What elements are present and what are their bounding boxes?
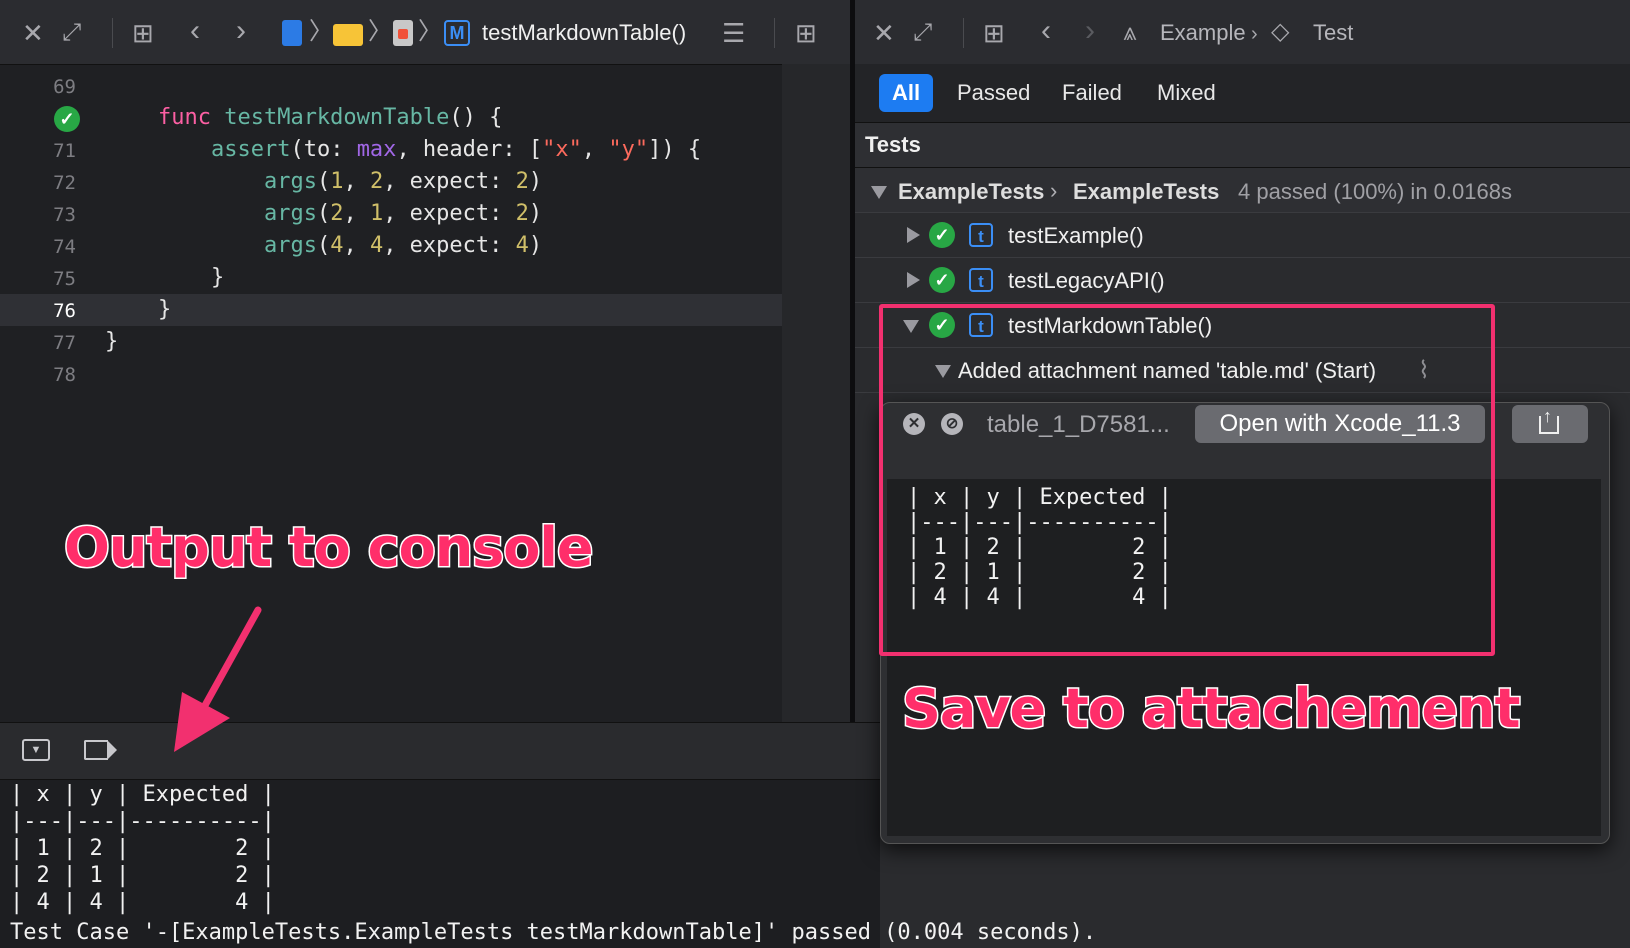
method-icon[interactable]: M [444, 20, 470, 46]
add-editor-icon[interactable]: ⊞ [795, 20, 817, 46]
editor-options-icon[interactable]: ☰ [722, 20, 745, 46]
tab-passed[interactable]: Passed [944, 74, 1043, 112]
related-items-icon[interactable]: ⊞ [983, 20, 1005, 46]
editor-toolbar: ✕ ⤢ ⊞ ‹ › 〉 〉 〉 M testMarkdownTable() ☰ … [0, 0, 850, 65]
annotation-arrow [174, 606, 262, 752]
code-line[interactable]: } [105, 297, 171, 322]
tab-mixed[interactable]: Mixed [1144, 74, 1229, 112]
chevron-right-icon: 〉 [368, 18, 392, 45]
code-line[interactable]: } [105, 329, 118, 354]
code-line[interactable]: assert(to: max, header: ["x", "y"]) { [105, 137, 701, 162]
line-number: 69 [53, 76, 76, 98]
group-summary: 4 passed (100%) in 0.0168s [1238, 179, 1512, 204]
share-button[interactable]: ↑ [1512, 405, 1588, 443]
console-line: Test Case '-[ExampleTests.ExampleTests t… [10, 920, 1097, 945]
toolbar-divider [963, 18, 964, 48]
line-number: 71 [53, 140, 76, 162]
console-line: | 4 | 4 | 4 | [10, 890, 275, 915]
code-line[interactable]: args(1, 2, expect: 2) [105, 169, 542, 194]
tests-section-title: Tests [865, 132, 921, 157]
console-line: | x | y | Expected | [10, 782, 275, 807]
related-items-icon[interactable]: ⊞ [132, 20, 154, 46]
project-icon[interactable] [282, 20, 302, 46]
back-arrow-icon[interactable]: ‹ [190, 16, 200, 46]
tab-all[interactable]: All [879, 74, 934, 112]
source-editor: ✕ ⤢ ⊞ ‹ › 〉 〉 〉 M testMarkdownTable() ☰ … [0, 0, 850, 722]
line-number: 78 [53, 364, 76, 386]
passed-check-icon: ✓ [929, 222, 955, 248]
test-group-row[interactable]: ExampleTests › ExampleTests 4 passed (10… [855, 168, 1630, 213]
group-target-name: ExampleTests [898, 179, 1045, 204]
test-name: testLegacyAPI() [1008, 268, 1165, 293]
code-line[interactable]: args(4, 4, expect: 4) [105, 233, 542, 258]
chevron-right-icon: › [1251, 23, 1258, 45]
folder-icon[interactable] [333, 24, 363, 46]
share-icon-arrow: ↑ [1543, 406, 1552, 426]
tests-section-header: Tests [855, 123, 1630, 168]
chevron-right-icon: › [1050, 178, 1058, 203]
xcode-scheme-icon: ⩓ [1123, 19, 1137, 46]
code-line[interactable]: args(2, 1, expect: 2) [105, 201, 542, 226]
breakpoint-icon[interactable] [84, 740, 108, 760]
editor-minimap [782, 64, 850, 722]
breadcrumb-action[interactable]: Test [1313, 20, 1353, 46]
toolbar-divider [774, 18, 775, 48]
test-row-example[interactable]: ✓ t testExample() [855, 213, 1630, 258]
back-arrow-icon[interactable]: ‹ [1041, 16, 1051, 46]
close-icon[interactable]: ✕ [873, 20, 895, 46]
swift-file-icon[interactable] [393, 20, 413, 46]
line-number: 76 [53, 300, 76, 322]
breadcrumb-scheme[interactable]: Example [1160, 20, 1246, 46]
test-method-icon: t [969, 223, 993, 247]
hide-debug-area-icon[interactable]: ▼ [22, 739, 50, 761]
forward-arrow-icon[interactable]: › [1085, 16, 1095, 46]
annotation-console-label: Output to console [63, 515, 596, 581]
disclosure-closed-icon[interactable] [907, 227, 920, 243]
toolbar-divider [112, 18, 113, 48]
test-name: testExample() [1008, 223, 1144, 248]
line-number: 72 [53, 172, 76, 194]
disclosure-closed-icon[interactable] [907, 272, 920, 288]
console-line: |---|---|----------| [10, 809, 275, 834]
breakpoint-icon-tip [107, 740, 117, 760]
console-line: | 2 | 1 | 2 | [10, 863, 275, 888]
code-line[interactable]: func testMarkdownTable() { [105, 105, 502, 130]
breadcrumb-method-title[interactable]: testMarkdownTable() [482, 20, 686, 46]
attachment-highlight-box [879, 304, 1495, 656]
console-toolbar: ▼ [0, 722, 880, 780]
line-number: 74 [53, 236, 76, 258]
group-class-name: ExampleTests [1073, 179, 1220, 204]
line-number: 75 [53, 268, 76, 290]
expand-icon[interactable]: ⤢ [913, 20, 932, 46]
test-action-icon: ◇ [1271, 18, 1290, 45]
test-row-legacy[interactable]: ✓ t testLegacyAPI() [855, 258, 1630, 303]
success-check-icon[interactable]: ✓ [54, 106, 80, 132]
line-number: 73 [53, 204, 76, 226]
code-line[interactable]: } [105, 265, 224, 290]
chevron-right-icon: 〉 [309, 18, 333, 45]
line-number: 77 [53, 332, 76, 354]
close-icon[interactable]: ✕ [22, 20, 44, 46]
annotation-attachment-label: Save to attachement [900, 676, 1521, 742]
disclosure-open-icon[interactable] [871, 186, 887, 199]
tab-failed[interactable]: Failed [1049, 74, 1135, 112]
passed-check-icon: ✓ [929, 267, 955, 293]
expand-icon[interactable]: ⤢ [62, 20, 81, 46]
test-method-icon: t [969, 268, 993, 292]
chevron-right-icon: 〉 [418, 18, 442, 45]
report-toolbar: ✕ ⤢ ⊞ ‹ › ⩓ Example › ◇ Test [855, 0, 1630, 65]
debug-console: ▼ | x | y | Expected | |---|---|---------… [0, 722, 1096, 948]
console-line: | 1 | 2 | 2 | [10, 836, 275, 861]
forward-arrow-icon[interactable]: › [236, 16, 246, 46]
